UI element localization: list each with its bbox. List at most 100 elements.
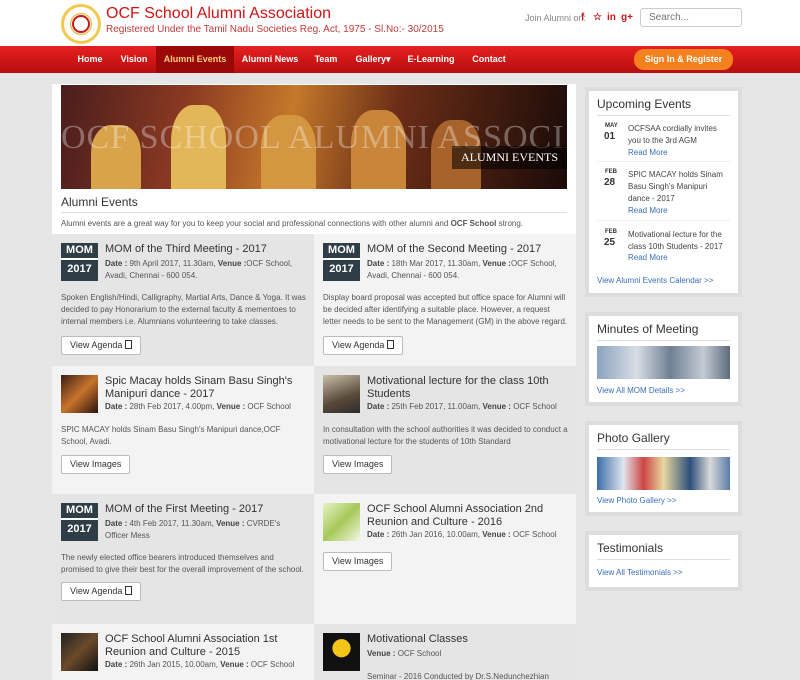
site-subtitle: Registered Under the Tamil Nadu Societie…	[106, 24, 444, 35]
mom-badge: MOM 2017	[61, 503, 98, 541]
event-text[interactable]: OCFSAA cordially invites you to the 3rd …	[628, 123, 731, 147]
mom-badge: MOM 2017	[61, 243, 98, 281]
view-agenda-button[interactable]: View Agenda	[61, 582, 142, 601]
divider	[597, 449, 730, 450]
event-meta: Date : 25th Feb 2017, 11.00am, Venue : O…	[367, 402, 557, 411]
event-title[interactable]: Motivational Classes	[367, 633, 567, 646]
panel-title: Minutes of Meeting	[597, 322, 699, 336]
photo-gallery-panel: Photo Gallery View Photo Gallery >>	[585, 421, 742, 516]
event-title[interactable]: OCF School Alumni Association 2nd Reunio…	[367, 503, 567, 529]
nav-alumni-news[interactable]: Alumni News	[236, 46, 304, 73]
event-meta: Date : 28th Feb 2017, 4.00pm, Venue : OC…	[105, 402, 291, 411]
read-more-link[interactable]: Read More	[628, 253, 668, 262]
event-title[interactable]: Spic Macay holds Sinam Basu Singh's Mani…	[105, 375, 305, 401]
event-description: In consultation with the school authorit…	[323, 425, 568, 446]
read-more-link[interactable]: Read More	[628, 206, 668, 215]
nav-gallery[interactable]: Gallery▾	[348, 46, 398, 73]
event-meta: Date : 18th Mar 2017, 11.30am, Venue :OC…	[367, 259, 557, 280]
event-month: FEB	[605, 169, 617, 175]
divider	[597, 340, 730, 341]
event-card: Motivational lecture for the class 10th …	[314, 366, 576, 494]
event-thumbnail[interactable]	[323, 633, 360, 671]
site-title[interactable]: OCF School Alumni Association	[106, 5, 331, 23]
event-card: MOM 2017 MOM of the First Meeting - 2017 …	[52, 494, 314, 624]
event-description: SPIC MACAY holds Sinam Basu Singh's Mani…	[61, 425, 281, 446]
event-card: Spic Macay holds Sinam Basu Singh's Mani…	[52, 366, 314, 494]
upcoming-events-panel: Upcoming Events MAY 01 OCFSAA cordially …	[585, 87, 742, 297]
banner-tag: ALUMNI EVENTS	[452, 146, 567, 169]
event-card: MOM 2017 MOM of the Third Meeting - 2017 …	[52, 234, 314, 366]
pdf-icon	[387, 340, 395, 349]
testimonials-link[interactable]: View All Testimonials >>	[597, 568, 683, 577]
event-description: Display board proposal was accepted but …	[323, 293, 568, 326]
panel-title: Upcoming Events	[597, 97, 692, 111]
event-thumbnail[interactable]	[61, 633, 98, 671]
event-card: OCF School Alumni Association 1st Reunio…	[52, 624, 314, 680]
testimonials-panel: Testimonials View All Testimonials >>	[585, 531, 742, 591]
view-images-button[interactable]: View Images	[323, 455, 393, 474]
events-banner: OCF SCHOOL ALUMNI ASSOCIA ALUMNI EVENTS	[61, 85, 567, 189]
intro-text: Alumni events are a great way for you to…	[61, 219, 524, 228]
event-month: MAY	[605, 123, 618, 129]
event-meta: Date : 9th April 2017, 11.30am, Venue :O…	[105, 259, 293, 280]
divider	[597, 115, 730, 116]
nav-home[interactable]: Home	[70, 46, 110, 73]
google-plus-icon[interactable]: g+	[621, 12, 633, 23]
mom-details-link[interactable]: View All MOM Details >>	[597, 386, 685, 395]
event-meta: Date : 26th Jan 2015, 10.00am, Venue : O…	[105, 660, 295, 669]
event-title[interactable]: MOM of the First Meeting - 2017	[105, 503, 305, 516]
nav-team[interactable]: Team	[306, 46, 346, 73]
minutes-panel: Minutes of Meeting View All MOM Details …	[585, 312, 742, 406]
school-logo[interactable]	[61, 4, 101, 44]
event-card: Motivational Classes Venue : OCF School …	[314, 624, 576, 680]
join-alumni-label: Join Alumni on:	[525, 13, 587, 23]
event-month: FEB	[605, 229, 617, 235]
event-title[interactable]: MOM of the Third Meeting - 2017	[105, 243, 305, 256]
gallery-photo[interactable]	[597, 457, 730, 490]
pdf-icon	[125, 586, 133, 595]
divider	[61, 212, 567, 213]
search-input[interactable]	[640, 8, 742, 27]
divider	[597, 220, 730, 221]
event-meta: Venue : OCF School	[367, 649, 442, 658]
mom-badge: MOM 2017	[323, 243, 360, 281]
panel-title: Testimonials	[597, 541, 664, 555]
view-agenda-button[interactable]: View Agenda	[323, 336, 404, 355]
facebook-icon[interactable]: f	[581, 12, 584, 23]
event-day: 01	[604, 131, 616, 142]
event-thumbnail[interactable]	[323, 375, 360, 413]
event-meta: Date : 26th Jan 2016, 10.00am, Venue : O…	[367, 530, 557, 539]
mom-photo[interactable]	[597, 346, 730, 379]
nav-alumni-events[interactable]: Alumni Events	[156, 46, 234, 73]
event-description: Spoken English/Hindi, Calligraphy, Marti…	[61, 293, 306, 326]
event-day: 28	[604, 177, 616, 188]
event-title[interactable]: OCF School Alumni Association 1st Reunio…	[105, 633, 305, 659]
event-card: MOM 2017 MOM of the Second Meeting - 2017…	[314, 234, 576, 366]
site-header: OCF School Alumni Association Registered…	[0, 0, 800, 46]
view-images-button[interactable]: View Images	[61, 455, 131, 474]
event-title[interactable]: MOM of the Second Meeting - 2017	[367, 243, 567, 256]
view-agenda-button[interactable]: View Agenda	[61, 336, 142, 355]
view-images-button[interactable]: View Images	[323, 552, 393, 571]
nav-vision[interactable]: Vision	[113, 46, 155, 73]
read-more-link[interactable]: Read More	[628, 148, 668, 157]
event-text[interactable]: Motivational lecture for the class 10th …	[628, 229, 731, 253]
nav-contact[interactable]: Contact	[464, 46, 514, 73]
linkedin-icon[interactable]: in	[607, 12, 616, 23]
events-calendar-link[interactable]: View Alumni Events Calendar >>	[597, 276, 713, 285]
photo-gallery-link[interactable]: View Photo Gallery >>	[597, 496, 676, 505]
divider	[597, 161, 730, 162]
event-meta: Date : 4th Feb 2017, 11.30am, Venue : CV…	[105, 519, 281, 540]
event-title[interactable]: Motivational lecture for the class 10th …	[367, 375, 567, 401]
event-description: The newly elected office bearers introdu…	[61, 553, 304, 574]
sign-in-register-button[interactable]: Sign In & Register	[634, 49, 733, 70]
nav-e-learning[interactable]: E-Learning	[400, 46, 462, 73]
twitter-icon[interactable]: ☆	[593, 12, 602, 23]
divider	[597, 559, 730, 560]
event-thumbnail[interactable]	[323, 503, 360, 541]
event-thumbnail[interactable]	[61, 375, 98, 413]
event-description: Seminar - 2016 Conducted by Dr.S.Nedunch…	[367, 672, 549, 680]
event-text[interactable]: SPIC MACAY holds Sinam Basu Singh's Mani…	[628, 169, 731, 205]
pdf-icon	[125, 340, 133, 349]
main-content: OCF SCHOOL ALUMNI ASSOCIA ALUMNI EVENTS …	[52, 84, 576, 680]
